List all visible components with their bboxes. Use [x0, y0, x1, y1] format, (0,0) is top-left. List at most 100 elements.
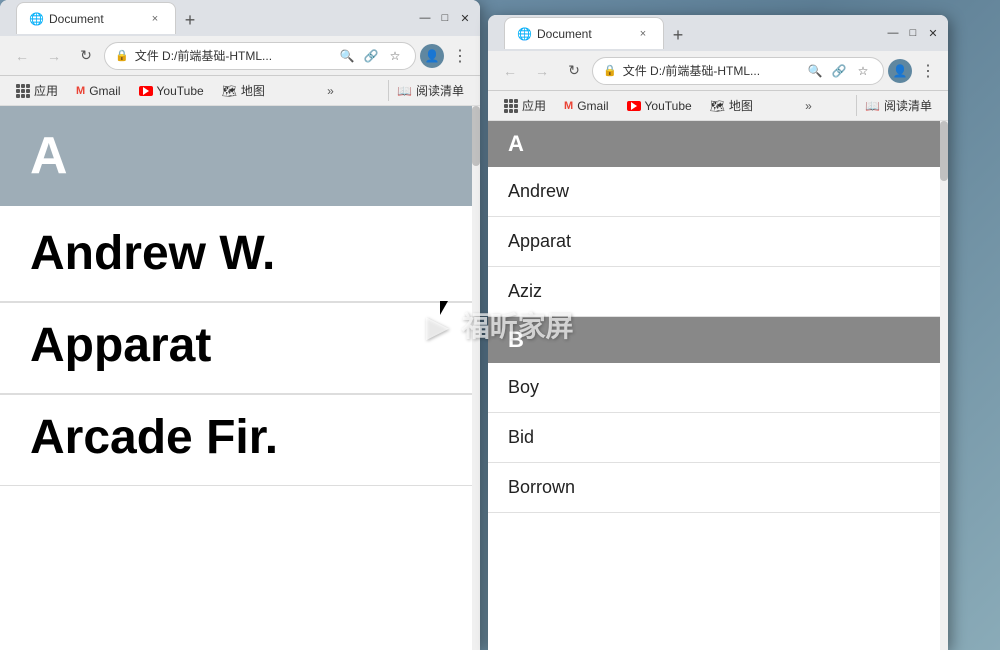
reading-list-right[interactable]: 📖 阅读清单 [856, 95, 940, 116]
section-header-b-right: B [488, 317, 948, 363]
entry-bid-right: Bid [488, 413, 948, 463]
new-tab-btn-right[interactable]: + [664, 21, 692, 49]
apps-bookmark-right[interactable]: 应用 [496, 95, 554, 116]
menu-btn-left[interactable]: ⋮ [448, 44, 472, 68]
maximize-btn-right[interactable]: □ [906, 26, 920, 40]
maps-label-left: 地图 [241, 82, 265, 99]
name-andrew-left: Andrew W. [30, 227, 275, 280]
gmail-icon-left: M [76, 85, 85, 97]
menu-btn-right[interactable]: ⋮ [916, 59, 940, 83]
zoom-btn-left[interactable]: 🔍 [337, 46, 357, 66]
tab-favicon-right: 🌐 [517, 27, 531, 41]
section-header-a-left: A [0, 106, 480, 206]
reading-list-left[interactable]: 📖 阅读清单 [388, 80, 472, 101]
entry-apparat-left: Apparat [0, 303, 480, 394]
section-header-a-right: A [488, 121, 948, 167]
apps-label-right: 应用 [522, 97, 546, 114]
share-btn-left[interactable]: 🔗 [361, 46, 381, 66]
nav-bar-left: ← → ↻ 🔒 文件 D:/前端基础-HTML... 🔍 🔗 ☆ 👤 ⋮ [0, 36, 480, 76]
scrollbar-thumb-left[interactable] [472, 106, 480, 166]
maps-bookmark-right[interactable]: 🗺 地图 [702, 95, 761, 116]
gmail-bookmark-left[interactable]: M Gmail [68, 82, 129, 100]
gmail-label-left: Gmail [89, 84, 120, 98]
entry-aziz-right: Aziz [488, 267, 948, 317]
refresh-btn-right[interactable]: ↻ [560, 57, 588, 85]
address-bar-right[interactable]: 🔒 文件 D:/前端基础-HTML... 🔍 🔗 ☆ [592, 57, 884, 85]
profile-icon-left[interactable]: 👤 [420, 44, 444, 68]
youtube-icon-left [139, 86, 153, 96]
tab-title-left: Document [49, 12, 141, 26]
youtube-label-right: YouTube [645, 99, 692, 113]
refresh-btn-left[interactable]: ↻ [72, 42, 100, 70]
letter-b-right: B [508, 327, 524, 352]
nav-bar-right: ← → ↻ 🔒 文件 D:/前端基础-HTML... 🔍 🔗 ☆ 👤 ⋮ [488, 51, 948, 91]
new-tab-btn-left[interactable]: + [176, 6, 204, 34]
entry-andrew-right: Andrew [488, 167, 948, 217]
reading-list-icon-left: 📖 [397, 84, 412, 98]
reading-list-icon-right: 📖 [865, 99, 880, 113]
secure-icon-right: 🔒 [603, 64, 617, 77]
reading-list-label-right: 阅读清单 [884, 97, 932, 114]
minimize-btn-right[interactable]: — [886, 26, 900, 40]
zoom-btn-right[interactable]: 🔍 [805, 61, 825, 81]
address-actions-right: 🔍 🔗 ☆ [805, 61, 873, 81]
more-bookmarks-right[interactable]: » [801, 97, 816, 115]
scrollbar-left[interactable] [472, 106, 480, 650]
forward-btn-right[interactable]: → [528, 57, 556, 85]
scrollbar-right[interactable] [940, 121, 948, 650]
tab-bar-right: 🌐 Document × + [496, 17, 700, 49]
maps-icon-left: 🗺 [222, 84, 237, 98]
content-area-left: A Andrew W. Apparat Arcade Fir. [0, 106, 480, 650]
close-btn-right[interactable]: ✕ [926, 26, 940, 40]
browser-window-left: 🌐 Document × + — □ ✕ ← → ↻ 🔒 文件 D:/前端基础-… [0, 0, 480, 650]
tab-close-right[interactable]: × [635, 26, 651, 42]
bookmark-btn-left[interactable]: ☆ [385, 46, 405, 66]
minimize-btn-left[interactable]: — [418, 11, 432, 25]
reading-list-label-left: 阅读清单 [416, 82, 464, 99]
address-actions-left: 🔍 🔗 ☆ [337, 46, 405, 66]
title-bar-right: 🌐 Document × + — □ ✕ [488, 15, 948, 51]
tab-title-right: Document [537, 27, 629, 41]
tab-close-left[interactable]: × [147, 11, 163, 27]
close-btn-left[interactable]: ✕ [458, 11, 472, 25]
content-area-right: A Andrew Apparat Aziz B Boy Bid Borrown [488, 121, 948, 650]
address-text-left: 文件 D:/前端基础-HTML... [135, 47, 331, 64]
youtube-bookmark-right[interactable]: YouTube [619, 97, 700, 115]
gmail-label-right: Gmail [577, 99, 608, 113]
letter-a-left: A [30, 127, 68, 185]
name-arcade-left: Arcade Fir. [30, 411, 278, 464]
gmail-bookmark-right[interactable]: M Gmail [556, 97, 617, 115]
tab-favicon-left: 🌐 [29, 12, 43, 26]
active-tab-right[interactable]: 🌐 Document × [504, 17, 664, 49]
entry-andrew-left: Andrew W. [0, 206, 480, 302]
entry-arcade-left: Arcade Fir. [0, 395, 480, 486]
name-apparat-left: Apparat [30, 319, 211, 372]
maps-label-right: 地图 [729, 97, 753, 114]
address-bar-left[interactable]: 🔒 文件 D:/前端基础-HTML... 🔍 🔗 ☆ [104, 42, 416, 70]
apps-label-left: 应用 [34, 82, 58, 99]
maps-bookmark-left[interactable]: 🗺 地图 [214, 80, 273, 101]
entry-boy-right: Boy [488, 363, 948, 413]
youtube-bookmark-left[interactable]: YouTube [131, 82, 212, 100]
entry-borrown-right: Borrown [488, 463, 948, 513]
apps-grid-icon-left [16, 84, 30, 98]
profile-icon-right[interactable]: 👤 [888, 59, 912, 83]
maps-icon-right: 🗺 [710, 99, 725, 113]
browser-window-right: 🌐 Document × + — □ ✕ ← → ↻ 🔒 文件 D:/前端基础-… [488, 15, 948, 650]
share-btn-right[interactable]: 🔗 [829, 61, 849, 81]
apps-bookmark-left[interactable]: 应用 [8, 80, 66, 101]
maximize-btn-left[interactable]: □ [438, 11, 452, 25]
address-text-right: 文件 D:/前端基础-HTML... [623, 62, 799, 79]
youtube-label-left: YouTube [157, 84, 204, 98]
more-bookmarks-left[interactable]: » [323, 82, 338, 100]
scrollbar-thumb-right[interactable] [940, 121, 948, 181]
back-btn-right[interactable]: ← [496, 57, 524, 85]
forward-btn-left[interactable]: → [40, 42, 68, 70]
letter-a-right: A [508, 131, 524, 156]
apps-grid-icon-right [504, 99, 518, 113]
title-bar-left: 🌐 Document × + — □ ✕ [0, 0, 480, 36]
bookmark-btn-right[interactable]: ☆ [853, 61, 873, 81]
active-tab-left[interactable]: 🌐 Document × [16, 2, 176, 34]
back-btn-left[interactable]: ← [8, 42, 36, 70]
bookmarks-bar-right: 应用 M Gmail YouTube 🗺 地图 » 📖 阅读清单 [488, 91, 948, 121]
